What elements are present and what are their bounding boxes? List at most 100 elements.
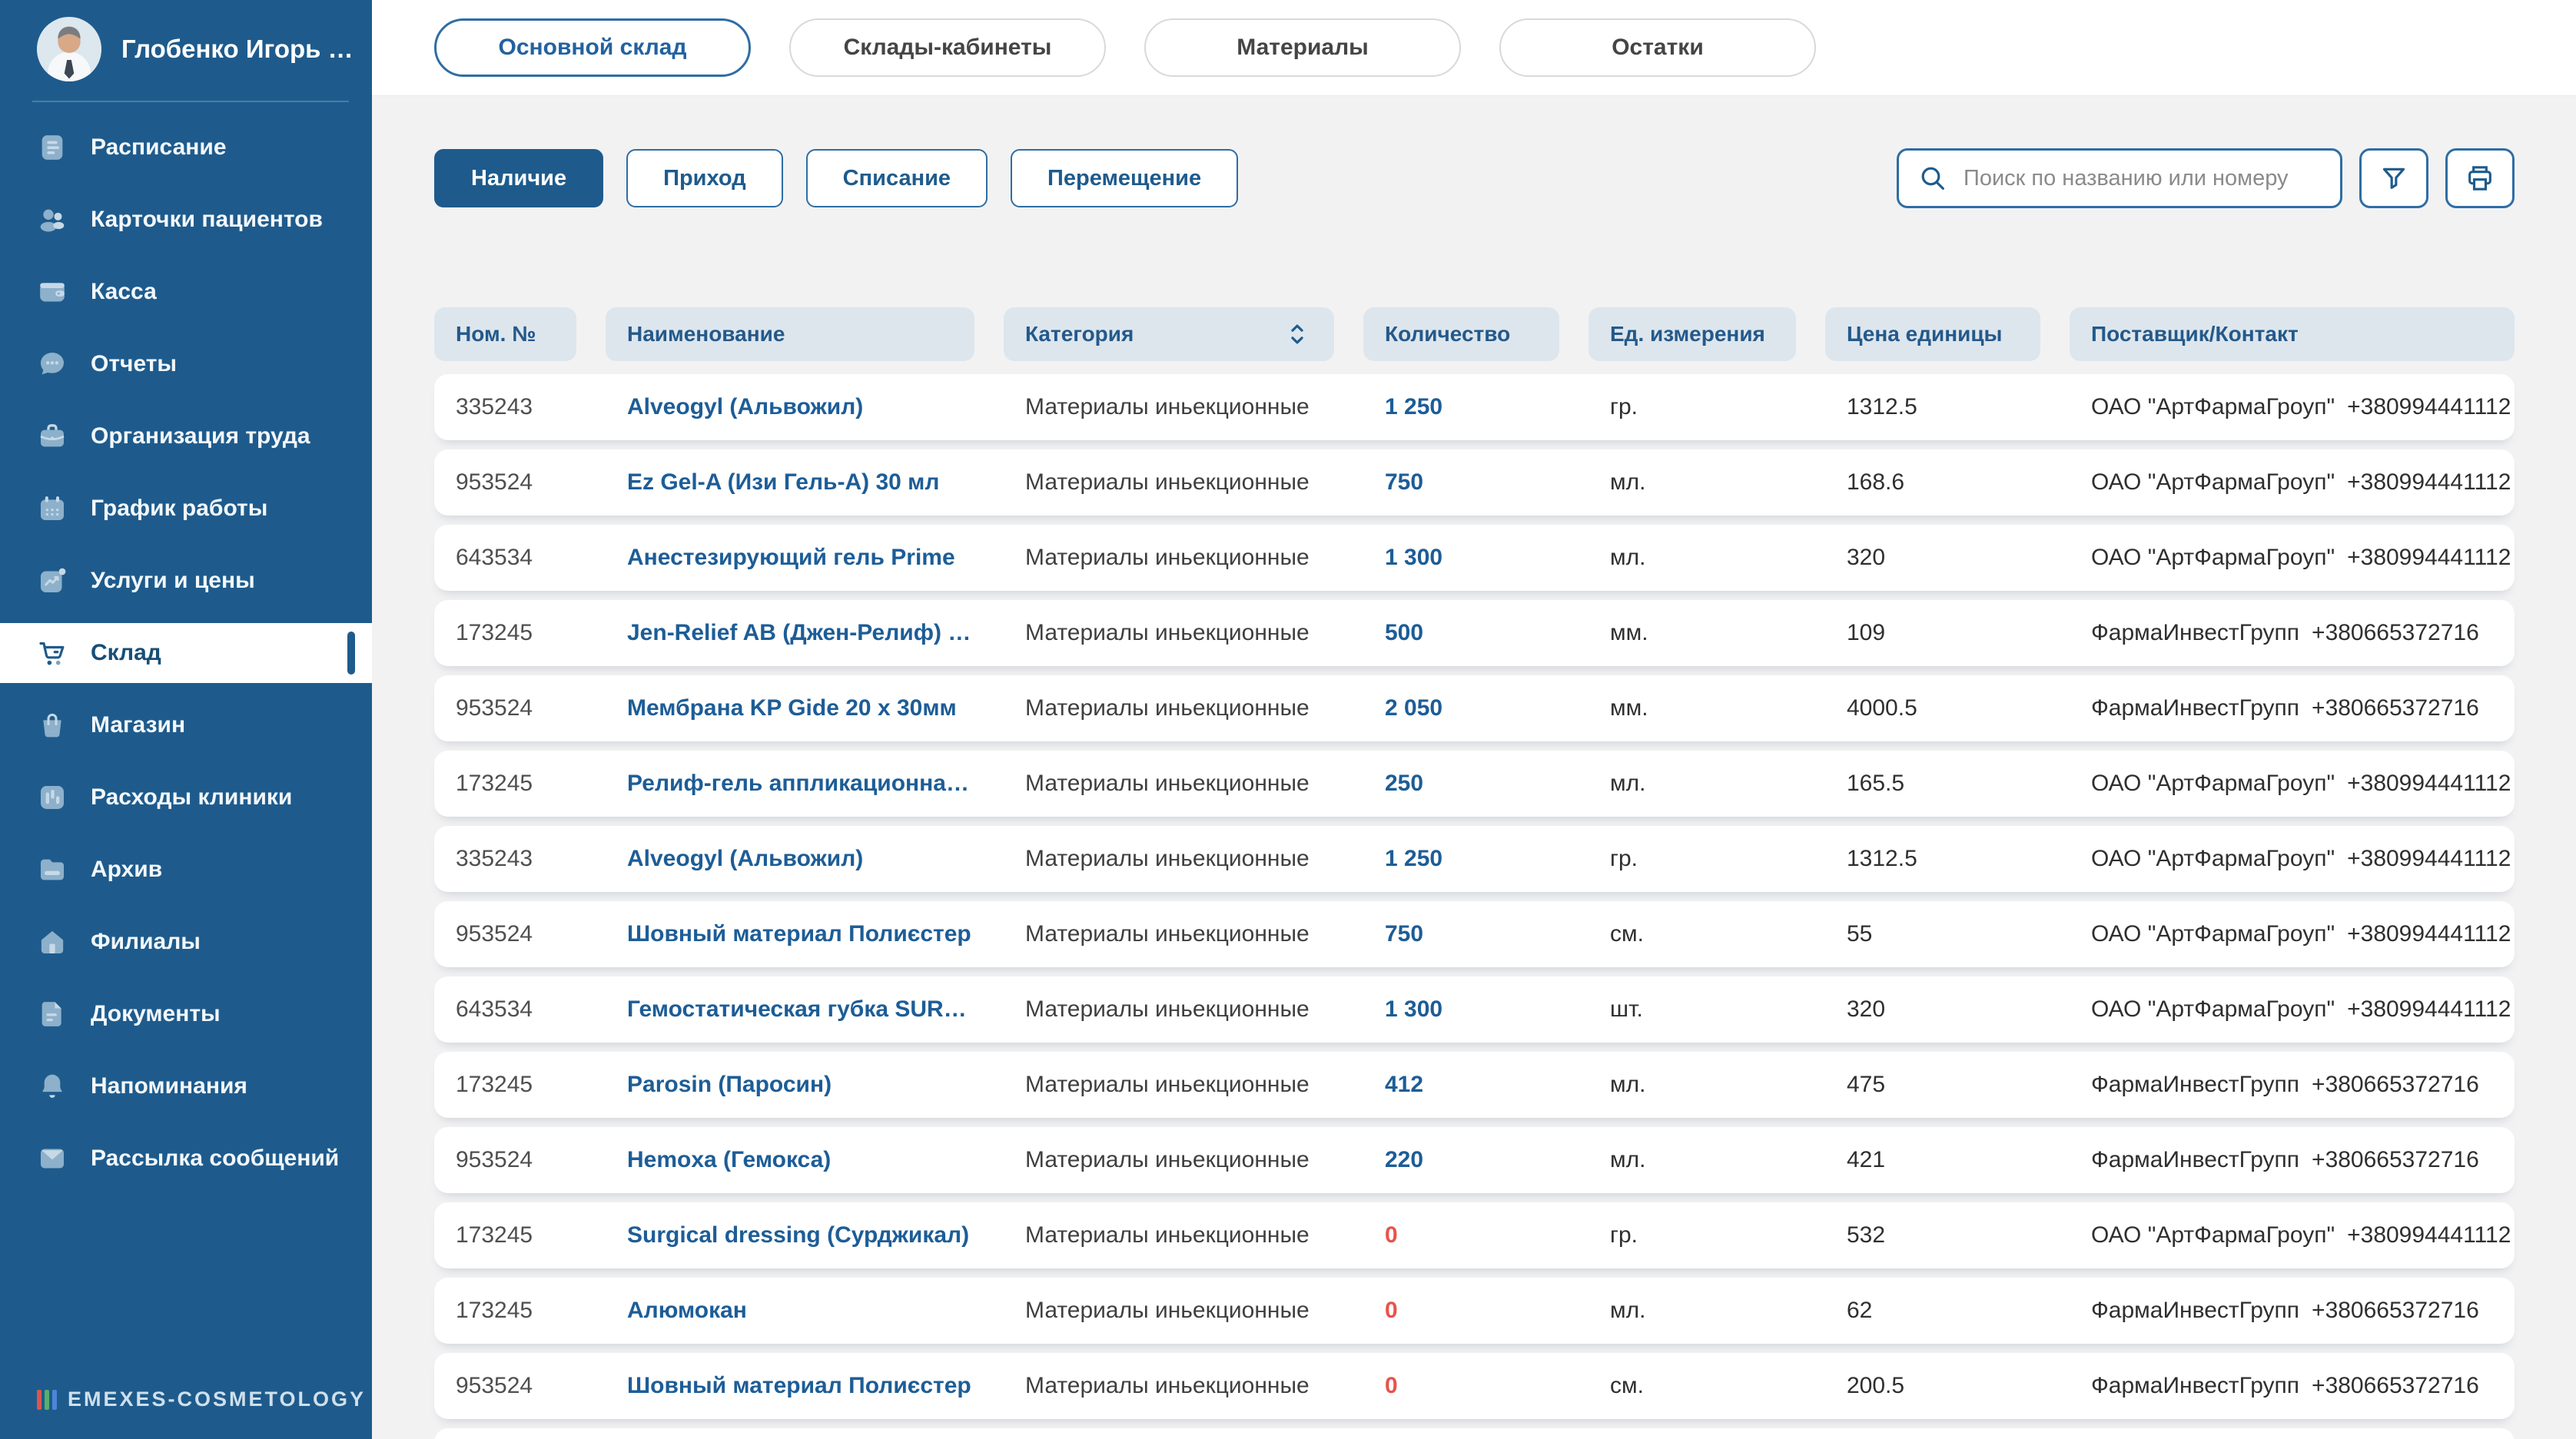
table-row[interactable]: 173245 Jen-Relief AB (Джен-Релиф) гель М… [434,600,2515,666]
row-category: Материалы иньекционные [1025,771,1310,796]
sort-icon[interactable] [1282,319,1313,350]
column-quantity[interactable]: Количество [1363,307,1559,361]
row-price: 109 [1847,620,1886,645]
row-name[interactable]: Alveogyl (Альвожил) [606,394,974,420]
sidebar-item-archive[interactable]: Архив [0,834,372,906]
table-row[interactable]: 953524 Hemoxa (Гемокса) Материалы иньекц… [434,1127,2515,1193]
row-name[interactable]: Alveogyl (Альвожил) [606,846,974,872]
row-supplier: ФармаИнвестГрупп +380665372716 [2070,1373,2515,1399]
patients-icon [37,204,68,235]
supplier-name: ОАО "АртФармаГроуп" [2091,394,2335,419]
row-name[interactable]: Parosin (Паросин) [606,1072,974,1098]
user-profile[interactable]: Глобенко Игорь А... [0,0,372,81]
table-row[interactable]: 643534 Гемостатическая губка SURGIS Мате… [434,976,2515,1043]
sidebar-item-shop[interactable]: Магазин [0,689,372,761]
calendar-icon [37,493,68,524]
sidebar-item-reminders[interactable]: Напоминания [0,1050,372,1122]
row-name[interactable]: Анестезирующий гель Prime [606,545,974,571]
print-icon [2465,163,2495,194]
sidebar: Глобенко Игорь А... Расписание Карточки … [0,0,372,1439]
sidebar-item-work-schedule[interactable]: График работы [0,472,372,545]
row-supplier: ФармаИнвестГрупп +380665372716 [2070,1147,2515,1173]
row-name[interactable]: Мембрана KP Gide 20 x 30мм [606,695,974,721]
search-input[interactable] [1964,165,2322,191]
sidebar-item-branches[interactable]: Филиалы [0,906,372,978]
cash-icon [37,277,68,307]
subtab-writeoff[interactable]: Списание [805,149,988,207]
search-box[interactable] [1897,148,2342,208]
supplier-phone: +380665372716 [2312,1072,2479,1097]
table-row[interactable]: 173245 Surgical dressing (Сурджикал) Мат… [434,1202,2515,1268]
row-category: Материалы иньекционные [1025,620,1310,645]
sidebar-item-patients[interactable]: Карточки пациентов [0,184,372,256]
tab-remainders[interactable]: Остатки [1499,18,1816,77]
row-number: 173245 [456,1222,533,1248]
row-name[interactable]: Релиф-гель аппликационная... [606,771,974,797]
column-name[interactable]: Наименование [606,307,974,361]
sidebar-item-cash[interactable]: Касса [0,256,372,328]
column-price[interactable]: Цена единицы [1825,307,2040,361]
search-cluster [1897,148,2515,208]
table-row[interactable]: 173245 Parosin (Паросин) Материалы иньек… [434,1052,2515,1118]
table-row-partial[interactable] [434,1428,2515,1439]
table-row[interactable]: 953524 Шовный материал Полиєстер Материа… [434,1353,2515,1419]
row-name[interactable]: Hemoxa (Гемокса) [606,1147,974,1173]
row-name[interactable]: Surgical dressing (Сурджикал) [606,1222,974,1248]
column-supplier[interactable]: Поставщик/Контакт [2070,307,2515,361]
sidebar-item-label: Склад [91,640,161,665]
briefcase-icon [37,421,68,452]
table-row[interactable]: 173245 Релиф-гель аппликационная... Мате… [434,751,2515,817]
row-number: 953524 [456,1147,533,1172]
subtabs: Наличие Приход Списание Перемещение [434,149,1239,207]
row-name[interactable]: Шовный материал Полиєстер [606,1373,974,1399]
column-unit[interactable]: Ед. измерения [1588,307,1796,361]
supplier-phone: +380994441112 [2347,545,2511,570]
table-row[interactable]: 173245 Алюмокан Материалы иньекционные 0… [434,1278,2515,1344]
row-name[interactable]: Jen-Relief AB (Джен-Релиф) гель [606,620,974,646]
sidebar-item-schedule[interactable]: Расписание [0,111,372,184]
row-price: 4000.5 [1847,695,1917,721]
sidebar-item-work-org[interactable]: Организация труда [0,400,372,472]
sidebar-item-reports[interactable]: Отчеты [0,328,372,400]
row-number: 643534 [456,545,533,570]
subtab-incoming[interactable]: Приход [626,149,783,207]
sidebar-item-documents[interactable]: Документы [0,978,372,1050]
column-category[interactable]: Категория [1004,307,1334,361]
row-price: 532 [1847,1222,1886,1248]
subtab-availability[interactable]: Наличие [434,149,604,207]
row-quantity: 0 [1385,1222,1398,1248]
column-number[interactable]: Ном. № [434,307,576,361]
sidebar-item-services[interactable]: Услуги и цены [0,545,372,617]
row-name[interactable]: Ez Gel-A (Изи Гель-А) 30 мл [606,469,974,496]
sidebar-item-warehouse[interactable]: Склад [0,623,372,683]
row-number: 643534 [456,996,533,1022]
sidebar-item-label: Организация труда [91,423,310,449]
table-row[interactable]: 643534 Анестезирующий гель Prime Материа… [434,525,2515,591]
row-price: 200.5 [1847,1373,1905,1398]
row-name[interactable]: Шовный материал Полиєстер [606,921,974,947]
row-price: 320 [1847,545,1886,570]
row-category: Материалы иньекционные [1025,1298,1310,1323]
row-name[interactable]: Гемостатическая губка SURGIS [606,996,974,1023]
sidebar-item-messaging[interactable]: Рассылка сообщений [0,1122,372,1195]
subtab-transfer[interactable]: Перемещение [1011,149,1239,207]
row-category: Материалы иньекционные [1025,996,1310,1022]
toolbar: Наличие Приход Списание Перемещение [434,148,2515,208]
table-row[interactable]: 953524 Ez Gel-A (Изи Гель-А) 30 мл Матер… [434,449,2515,516]
tab-main-warehouse[interactable]: Основной склад [434,18,751,77]
sidebar-item-label: Напоминания [91,1073,247,1099]
table-row[interactable]: 335243 Alveogyl (Альвожил) Материалы инь… [434,374,2515,440]
mailing-icon [37,1143,68,1174]
table-row[interactable]: 335243 Alveogyl (Альвожил) Материалы инь… [434,826,2515,892]
tab-materials[interactable]: Материалы [1144,18,1461,77]
sidebar-menu: Расписание Карточки пациентов Касса Отче… [0,111,372,1195]
main-area: Основной склад Склады-кабинеты Материалы… [372,0,2576,1439]
print-button[interactable] [2445,148,2515,208]
row-name[interactable]: Алюмокан [606,1298,974,1324]
table-row[interactable]: 953524 Шовный материал Полиєстер Материа… [434,901,2515,967]
supplier-name: ОАО "АртФармаГроуп" [2091,545,2335,570]
tab-warehouse-cabinets[interactable]: Склады-кабинеты [789,18,1106,77]
filter-button[interactable] [2359,148,2428,208]
table-row[interactable]: 953524 Мембрана KP Gide 20 x 30мм Матери… [434,675,2515,741]
sidebar-item-clinic-expenses[interactable]: Расходы клиники [0,761,372,834]
